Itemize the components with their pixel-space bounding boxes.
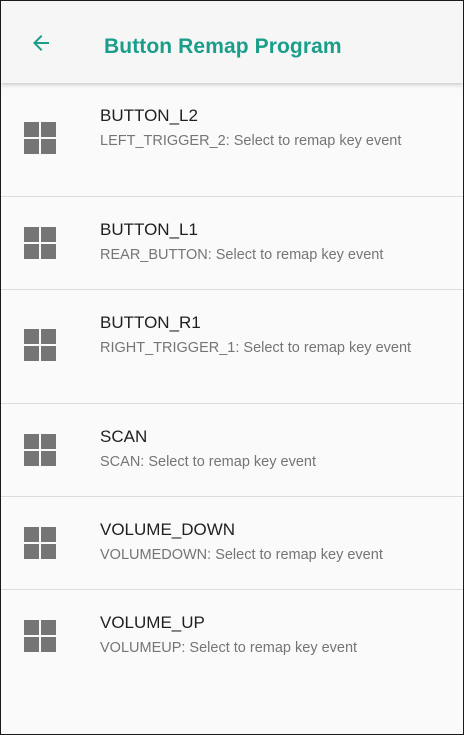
list-item-text: BUTTON_R1 RIGHT_TRIGGER_1: Select to rem… [100, 312, 445, 358]
list-item-title: BUTTON_L1 [100, 220, 198, 239]
list-item-volume-down[interactable]: VOLUME_DOWN VOLUMEDOWN: Select to remap … [1, 497, 463, 590]
list-item-button-r1[interactable]: BUTTON_R1 RIGHT_TRIGGER_1: Select to rem… [1, 290, 463, 404]
list-item-text: BUTTON_L2 LEFT_TRIGGER_2: Select to rema… [100, 105, 445, 151]
list-item-volume-up[interactable]: VOLUME_UP VOLUMEUP: Select to remap key … [1, 590, 463, 683]
grid-icon [24, 527, 56, 559]
list-item-button-l2[interactable]: BUTTON_L2 LEFT_TRIGGER_2: Select to rema… [1, 83, 463, 197]
list-item-summary: REAR_BUTTON: Select to remap key event [100, 247, 384, 263]
back-button[interactable] [29, 31, 53, 55]
remap-button-list: BUTTON_L2 LEFT_TRIGGER_2: Select to rema… [1, 83, 463, 683]
arrow-back-icon [33, 35, 49, 51]
list-item-title: VOLUME_DOWN [100, 520, 236, 539]
list-item-title: SCAN [100, 427, 148, 446]
list-item-text: VOLUME_UP VOLUMEUP: Select to remap key … [100, 612, 445, 658]
grid-icon [24, 227, 56, 259]
grid-icon [24, 434, 56, 466]
list-item-title: BUTTON_R1 [100, 313, 201, 332]
app-bar: Button Remap Program [1, 1, 463, 83]
grid-icon [24, 329, 56, 361]
grid-icon [24, 122, 56, 154]
list-item-summary: VOLUMEDOWN: Select to remap key event [100, 547, 383, 563]
list-item-text: VOLUME_DOWN VOLUMEDOWN: Select to remap … [100, 519, 445, 565]
list-item-summary: VOLUMEUP: Select to remap key event [100, 640, 358, 656]
list-item-button-l1[interactable]: BUTTON_L1 REAR_BUTTON: Select to remap k… [1, 197, 463, 290]
list-item-text: SCAN SCAN: Select to remap key event [100, 426, 445, 472]
list-item-title: VOLUME_UP [100, 613, 205, 632]
page-title: Button Remap Program [104, 35, 342, 58]
list-item-summary: SCAN: Select to remap key event [100, 454, 316, 470]
list-item-summary: LEFT_TRIGGER_2: Select to remap key even… [100, 133, 402, 149]
list-item-summary: RIGHT_TRIGGER_1: Select to remap key eve… [100, 340, 412, 356]
list-item-scan[interactable]: SCAN SCAN: Select to remap key event [1, 404, 463, 497]
list-item-text: BUTTON_L1 REAR_BUTTON: Select to remap k… [100, 219, 445, 265]
list-item-title: BUTTON_L2 [100, 106, 198, 125]
app-screen: Button Remap Program BUTTON_L2 LEFT_TRIG… [0, 0, 464, 735]
grid-icon [24, 620, 56, 652]
